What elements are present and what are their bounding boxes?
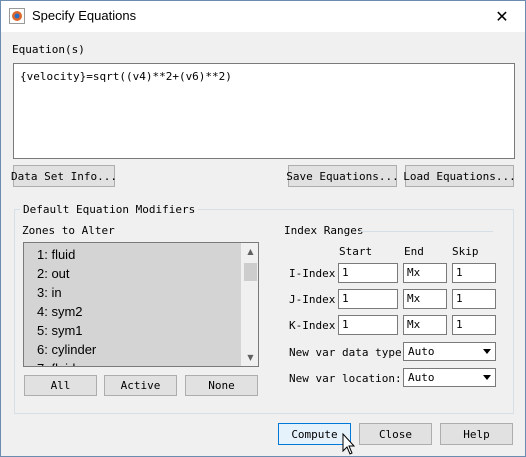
k-index-end-field[interactable]: Mx	[403, 315, 447, 335]
i-index-end-field[interactable]: Mx	[403, 263, 447, 283]
window-title: Specify Equations	[32, 8, 137, 23]
new-var-location-value: Auto	[408, 371, 435, 384]
specify-equations-dialog: Specify Equations ✕ Equation(s) {velocit…	[0, 0, 526, 457]
new-var-data-type-label: New var data type:	[289, 346, 409, 359]
zones-none-button[interactable]: None	[185, 375, 258, 396]
zones-list: 1: fluid 2: out 3: in 4: sym2 5: sym1 6:…	[24, 243, 241, 366]
k-index-skip-field[interactable]: 1	[452, 315, 496, 335]
help-button[interactable]: Help	[440, 423, 513, 445]
tecplot-app-icon	[9, 8, 25, 24]
save-equations-button[interactable]: Save Equations...	[286, 165, 399, 187]
new-var-data-type-value: Auto	[408, 345, 435, 358]
zones-to-alter-label: Zones to Alter	[22, 224, 115, 237]
new-var-data-type-select[interactable]: Auto	[403, 342, 496, 361]
start-column-header: Start	[339, 245, 373, 258]
equation-text: {velocity}=sqrt((v4)**2+(v6)**2)	[20, 70, 232, 83]
end-column-header: End	[404, 245, 424, 258]
zone-item[interactable]: 6: cylinder	[24, 340, 241, 359]
index-ranges-label: Index Ranges	[284, 224, 364, 237]
j-index-end-field[interactable]: Mx	[403, 289, 447, 309]
scroll-down-icon[interactable]: ▼	[242, 349, 258, 366]
j-index-skip-field[interactable]: 1	[452, 289, 496, 309]
load-equations-button[interactable]: Load Equations...	[403, 165, 516, 187]
zones-listbox[interactable]: 1: fluid 2: out 3: in 4: sym2 5: sym1 6:…	[23, 242, 259, 367]
zones-active-button[interactable]: Active	[104, 375, 177, 396]
equations-label: Equation(s)	[12, 43, 85, 56]
zones-all-button[interactable]: All	[24, 375, 97, 396]
zone-item[interactable]: 3: in	[24, 283, 241, 302]
data-set-info-button[interactable]: Data Set Info...	[11, 165, 117, 187]
k-index-label: K-Index	[289, 319, 336, 332]
zone-item[interactable]: 4: sym2	[24, 302, 241, 321]
chevron-down-icon	[483, 349, 491, 354]
zone-item[interactable]: 7: fluid	[24, 359, 241, 366]
i-index-start-field[interactable]: 1	[338, 263, 398, 283]
new-var-location-label: New var location:	[289, 372, 402, 385]
k-index-start-field[interactable]: 1	[338, 315, 398, 335]
j-index-label: J-Index	[289, 293, 336, 306]
mouse-pointer-icon	[342, 433, 356, 455]
i-index-skip-field[interactable]: 1	[452, 263, 496, 283]
chevron-down-icon	[483, 375, 491, 380]
group-title: Default Equation Modifiers	[20, 203, 199, 216]
j-index-start-field[interactable]: 1	[338, 289, 398, 309]
zone-item[interactable]: 5: sym1	[24, 321, 241, 340]
close-window-icon[interactable]: ✕	[479, 1, 525, 32]
scroll-thumb[interactable]	[244, 263, 257, 281]
compute-button[interactable]: Compute	[278, 423, 351, 445]
title-bar[interactable]: Specify Equations ✕	[1, 1, 525, 32]
zone-item[interactable]: 2: out	[24, 264, 241, 283]
i-index-label: I-Index	[289, 267, 336, 280]
scroll-up-icon[interactable]: ▲	[242, 243, 258, 260]
zones-scrollbar[interactable]: ▲ ▼	[241, 243, 258, 366]
new-var-location-select[interactable]: Auto	[403, 368, 496, 387]
close-button[interactable]: Close	[359, 423, 432, 445]
zone-item[interactable]: 1: fluid	[24, 245, 241, 264]
skip-column-header: Skip	[452, 245, 479, 258]
equations-textarea[interactable]: {velocity}=sqrt((v4)**2+(v6)**2)	[13, 63, 515, 159]
index-ranges-divider	[360, 231, 493, 232]
